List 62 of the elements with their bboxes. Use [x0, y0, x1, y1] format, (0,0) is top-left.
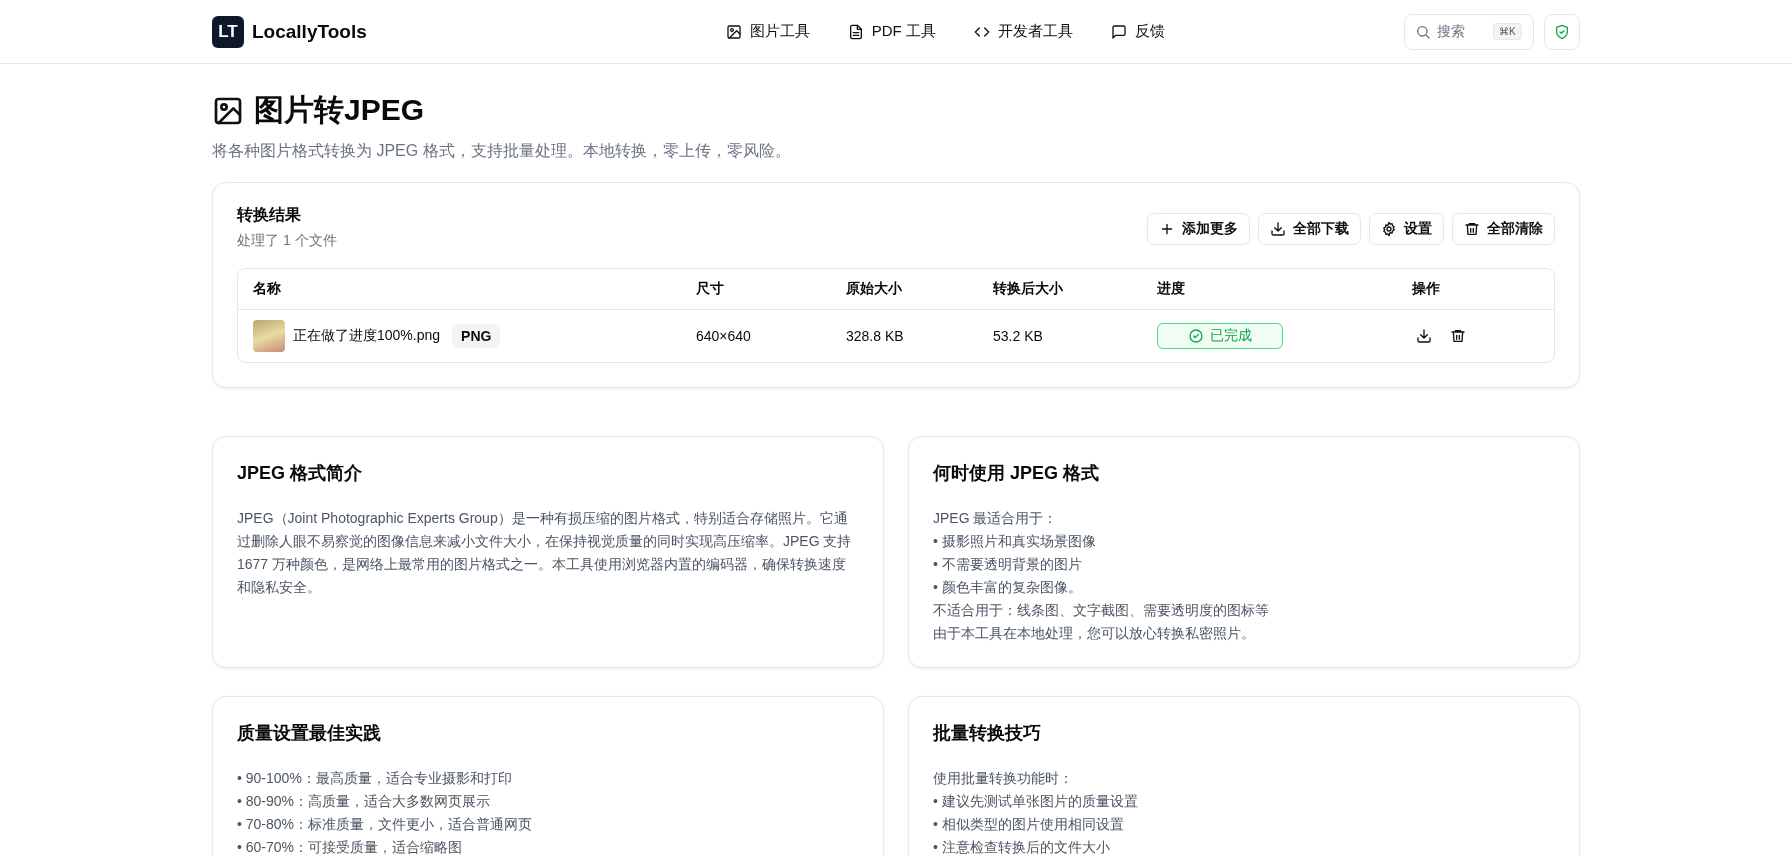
nav-link[interactable]: 开发者工具 — [973, 22, 1073, 41]
card-text-line: • 90-100%：最高质量，适合专业摄影和打印 — [237, 769, 513, 788]
card-title: JPEG 格式简介 — [237, 462, 364, 485]
table-cell-text: 328.8 KB — [846, 328, 905, 344]
column-header: 原始大小 — [846, 280, 903, 298]
table-cell-text: 53.2 KB — [993, 328, 1044, 344]
card-text-line: 由于本工具在本地处理，您可以放心转换私密照片。 — [933, 624, 1256, 643]
settings-button[interactable]: 设置 — [1369, 213, 1444, 245]
chat-icon — [1110, 23, 1127, 40]
settings-icon — [1381, 221, 1397, 237]
card-text-line: JPEG 最适合用于： — [933, 509, 1059, 528]
format-badge: PNG — [452, 324, 501, 348]
status-badge: 已完成 — [1157, 323, 1283, 349]
card-text-line: • 60-70%：可接受质量，适合缩略图 — [237, 838, 464, 856]
column-header: 转换后大小 — [993, 280, 1064, 298]
card-text-line: 使用批量转换功能时： — [933, 769, 1074, 788]
card-title: 批量转换技巧 — [933, 722, 1042, 745]
download-all-button[interactable]: 全部下载 — [1258, 213, 1361, 245]
trash-icon — [1464, 221, 1480, 237]
search-label: 搜索 — [1437, 22, 1466, 41]
column-header: 操作 — [1412, 280, 1441, 298]
check-circle-icon — [1188, 328, 1204, 344]
table-cell-text: 640×640 — [696, 328, 752, 344]
clear-all-button[interactable]: 全部清除 — [1452, 213, 1555, 245]
file-name: 正在做了进度100%.png — [293, 327, 441, 345]
page-title: 图片转JPEG — [254, 92, 425, 128]
shield-check-icon — [1554, 23, 1570, 40]
card-text-line: • 摄影照片和真实场景图像 — [933, 532, 1097, 551]
plus-icon — [1159, 221, 1175, 237]
download-icon — [1416, 328, 1432, 344]
card-text-line: • 70-80%：标准质量，文件更小，适合普通网页 — [237, 815, 534, 834]
column-header: 尺寸 — [696, 280, 725, 298]
privacy-shield-button[interactable] — [1544, 13, 1580, 50]
section-title: 转换结果 — [237, 205, 302, 225]
file-count: 处理了 1 个文件 — [237, 232, 337, 250]
document-icon — [847, 23, 864, 40]
logo-mark[interactable]: LT — [212, 15, 244, 48]
column-header: 进度 — [1157, 280, 1186, 298]
card-text-line: • 不需要透明背景的图片 — [933, 555, 1083, 574]
column-header: 名称 — [253, 280, 282, 298]
image-icon — [725, 23, 742, 40]
trash-icon — [1450, 328, 1466, 344]
card-paragraph: JPEG（Joint Photographic Experts Group）是一种有损压缩的图片格式，特别适合存储照片。它通过删除人眼不易察觉的图像信息来减小文件大小，在保持视觉质量的同时实现高压缩率。JPEG 支持 1677 万种颜色，是网络上最常用的图片格式之一。本工具使用浏览器内置的编码器，确保转换速度和隐私安全。 — [237, 509, 853, 597]
card-text-line: • 颜色丰富的复杂图像。 — [933, 578, 1083, 597]
nav-link[interactable]: 反馈 — [1110, 22, 1165, 41]
card-title: 质量设置最佳实践 — [237, 722, 382, 745]
download-icon — [1270, 221, 1286, 237]
page-subtitle: 将各种图片格式转换为 JPEG 格式，支持批量处理。本地转换，零上传，零风险。 — [212, 141, 792, 161]
nav-link[interactable]: PDF 工具 — [847, 22, 936, 41]
search-icon — [1415, 23, 1431, 40]
add-more-button[interactable]: 添加更多 — [1147, 213, 1250, 245]
card-text-line: • 注意检查转换后的文件大小 — [933, 838, 1111, 856]
logo-text[interactable]: LocallyTools — [252, 20, 367, 43]
card-text-line: • 相似类型的图片使用相同设置 — [933, 815, 1125, 834]
card-text-line: • 建议先测试单张图片的质量设置 — [933, 792, 1139, 811]
image-thumbnail — [253, 320, 285, 352]
shortcut-badge: ⌘K — [1493, 23, 1522, 40]
search-button[interactable]: 搜索 ⌘K — [1404, 13, 1534, 50]
card-text-line: 不适合用于：线条图、文字截图、需要透明度的图标等 — [933, 601, 1270, 620]
card-text-line: • 80-90%：高质量，适合大多数网页展示 — [237, 792, 492, 811]
nav-link[interactable]: 图片工具 — [725, 22, 810, 41]
card-title: 何时使用 JPEG 格式 — [933, 462, 1101, 485]
